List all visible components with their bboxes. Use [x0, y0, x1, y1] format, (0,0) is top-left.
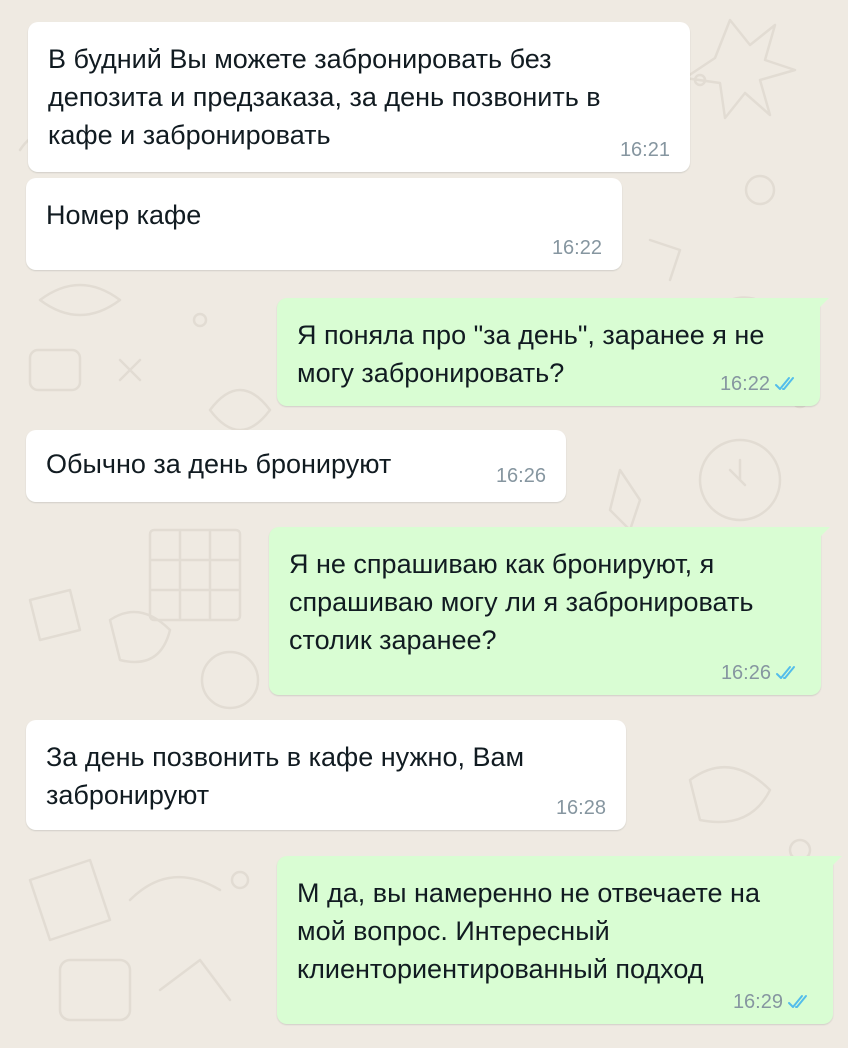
message-time: 16:29: [732, 991, 783, 1013]
message-text: Обычно за день бронируют: [46, 449, 392, 479]
message-meta: 16:28: [556, 796, 606, 820]
message-incoming[interactable]: Номер кафе 16:22: [26, 178, 622, 270]
message-meta: 16:22: [552, 236, 602, 260]
message-time: 16:26: [495, 465, 546, 487]
message-text: За день позвонить в кафе нужно, Вам забр…: [46, 742, 525, 810]
message-time: 16:28: [555, 797, 606, 819]
bubble-tail: [816, 527, 830, 541]
message-incoming[interactable]: Обычно за день бронируют 16:26: [26, 430, 566, 502]
message-time: 16:26: [720, 662, 771, 684]
double-check-icon: [775, 377, 794, 390]
message-text: В будний Вы можете забронировать без деп…: [48, 44, 601, 150]
message-list: В будний Вы можете забронировать без деп…: [0, 0, 848, 1048]
double-check-icon: [776, 666, 795, 679]
message-outgoing[interactable]: М да, вы намеренно не отвечаете на мой в…: [277, 856, 842, 1024]
double-check-icon: [788, 995, 807, 1008]
message-outgoing[interactable]: Я поняла про "за день", заранее я не мог…: [277, 298, 829, 406]
message-meta: 16:29: [733, 990, 813, 1014]
message-meta: 16:26: [721, 661, 801, 685]
message-time: 16:22: [551, 237, 602, 259]
message-time: 16:22: [719, 373, 770, 395]
message-text: Номер кафе: [46, 200, 202, 230]
bubble-tail: [828, 856, 842, 870]
message-meta: 16:26: [496, 464, 546, 488]
message-incoming[interactable]: В будний Вы можете забронировать без деп…: [28, 22, 690, 172]
message-text: Я не спрашиваю как бронируют, я спрашива…: [289, 549, 754, 655]
message-outgoing[interactable]: Я не спрашиваю как бронируют, я спрашива…: [269, 527, 830, 695]
bubble-tail: [815, 298, 829, 312]
message-incoming[interactable]: За день позвонить в кафе нужно, Вам забр…: [26, 720, 626, 830]
message-time: 16:21: [619, 139, 670, 161]
message-meta: 16:21: [620, 138, 670, 162]
message-text: М да, вы намеренно не отвечаете на мой в…: [297, 878, 760, 984]
message-meta: 16:22: [720, 372, 800, 396]
